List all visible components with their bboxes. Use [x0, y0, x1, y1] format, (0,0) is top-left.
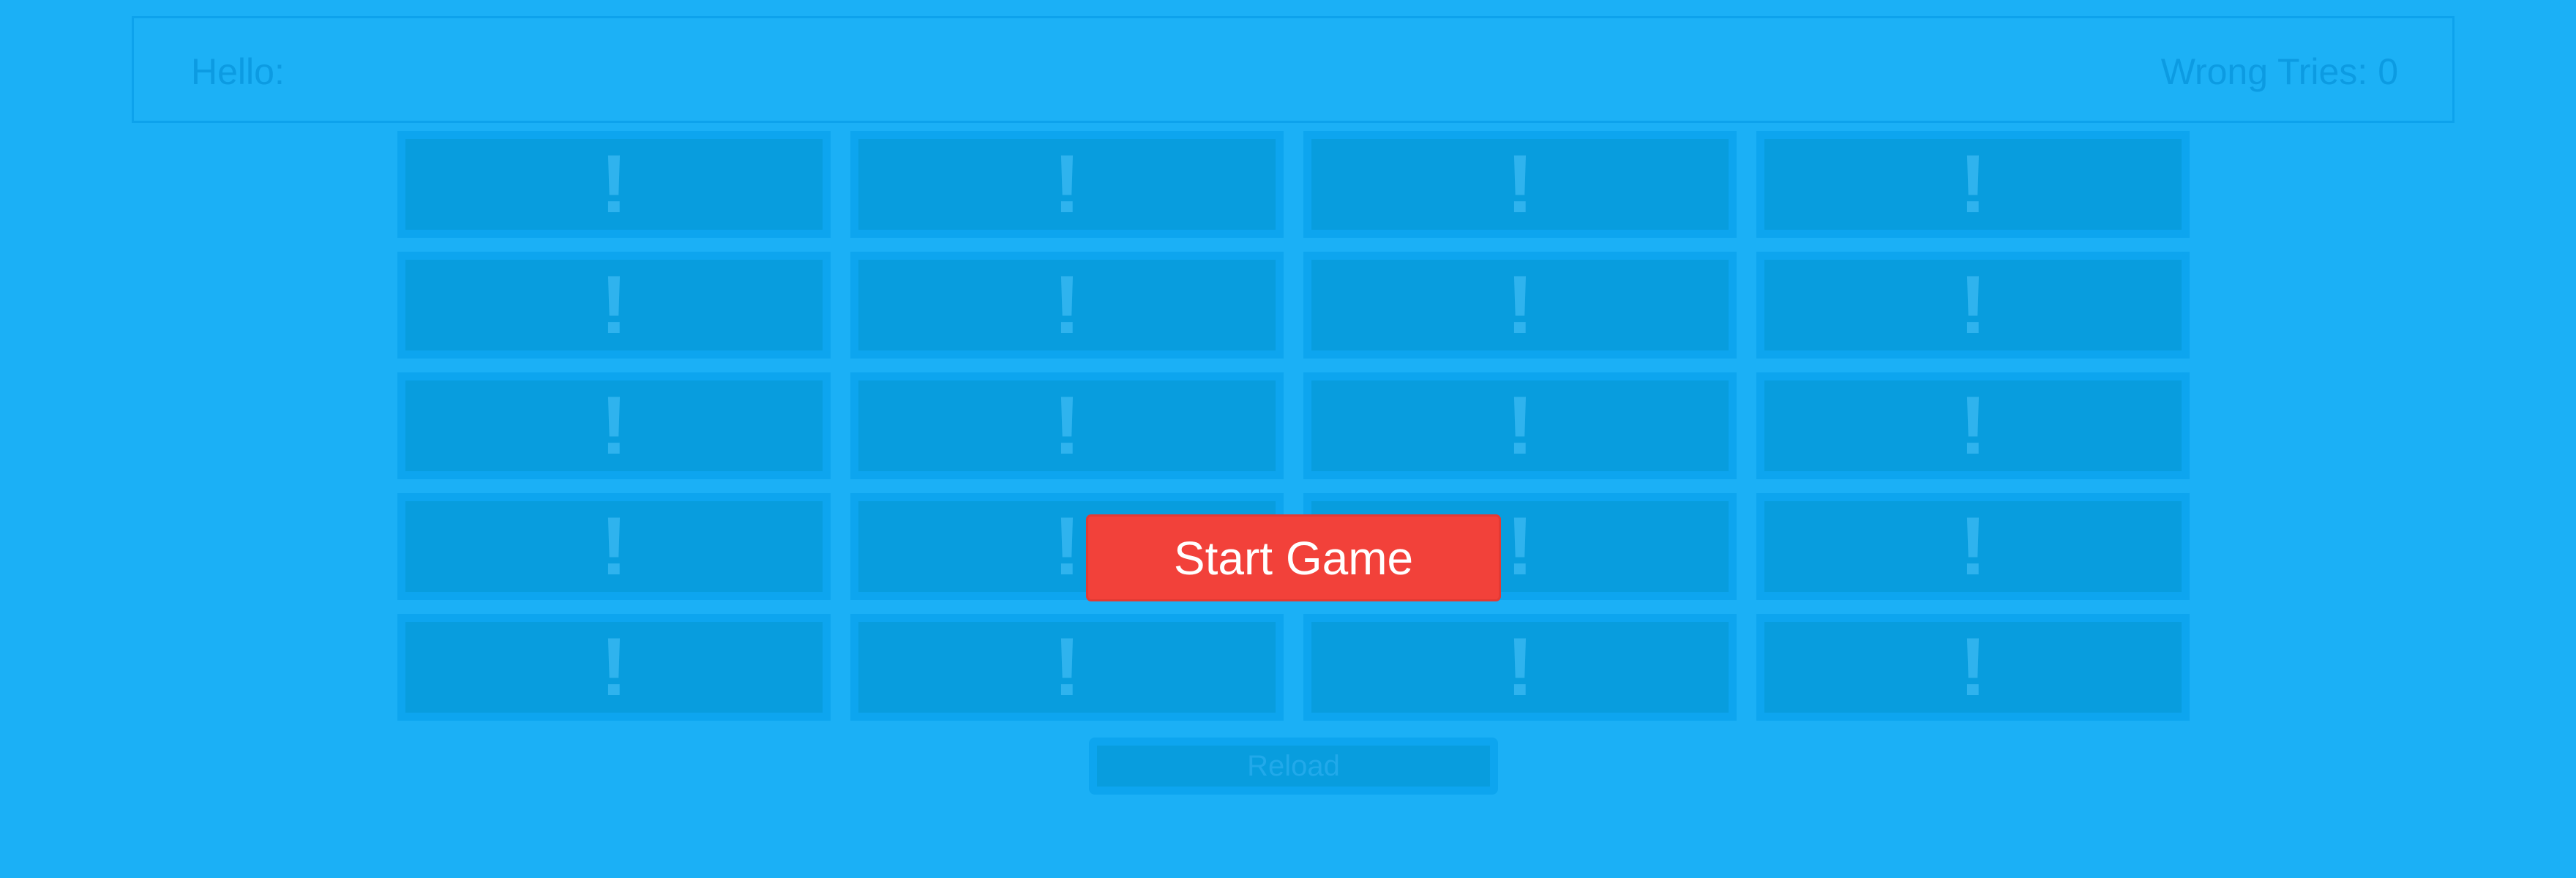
card-hidden-mark: ! [1959, 621, 1987, 713]
start-game-button[interactable]: Start Game [1086, 514, 1501, 601]
greeting-label: Hello: [191, 51, 285, 92]
card-hidden-mark: ! [1053, 380, 1081, 471]
memory-card[interactable]: ! [850, 131, 1284, 238]
card-hidden-mark: ! [1506, 380, 1534, 471]
memory-card[interactable]: ! [1756, 252, 2190, 359]
card-hidden-mark: ! [1959, 138, 1987, 230]
memory-card[interactable]: ! [1756, 131, 2190, 238]
memory-card[interactable]: ! [850, 614, 1284, 721]
memory-card[interactable]: ! [397, 614, 831, 721]
memory-card[interactable]: ! [397, 493, 831, 600]
memory-card[interactable]: ! [1756, 372, 2190, 479]
memory-card[interactable]: ! [1303, 372, 1737, 479]
card-hidden-mark: ! [1959, 380, 1987, 471]
card-hidden-mark: ! [1506, 621, 1534, 713]
memory-card[interactable]: ! [1756, 614, 2190, 721]
memory-card[interactable]: ! [850, 372, 1284, 479]
card-hidden-mark: ! [1959, 259, 1987, 350]
wrong-tries-label: Wrong Tries: [2160, 51, 2368, 92]
card-hidden-mark: ! [1053, 500, 1081, 592]
card-board: !!!!!!!!!!!!!!!!!!!! [397, 131, 2190, 722]
memory-card[interactable]: ! [397, 252, 831, 359]
card-hidden-mark: ! [1053, 621, 1081, 713]
memory-card[interactable]: ! [397, 372, 831, 479]
memory-card[interactable]: ! [1303, 614, 1737, 721]
card-hidden-mark: ! [600, 500, 628, 592]
card-hidden-mark: ! [1959, 500, 1987, 592]
card-hidden-mark: ! [1506, 259, 1534, 350]
wrong-tries-counter: Wrong Tries: 0 [2161, 50, 2398, 93]
card-hidden-mark: ! [1053, 138, 1081, 230]
memory-card[interactable]: ! [1303, 252, 1737, 359]
header-bar: Hello: Wrong Tries: 0 [132, 16, 2455, 123]
memory-card[interactable]: ! [1303, 131, 1737, 238]
card-hidden-mark: ! [1506, 500, 1534, 592]
card-hidden-mark: ! [600, 259, 628, 350]
wrong-tries-count: 0 [2378, 51, 2398, 92]
card-hidden-mark: ! [1506, 138, 1534, 230]
memory-card[interactable]: ! [850, 252, 1284, 359]
memory-card[interactable]: ! [1756, 493, 2190, 600]
card-hidden-mark: ! [600, 138, 628, 230]
reload-button[interactable]: Reload [1089, 738, 1498, 795]
card-hidden-mark: ! [600, 621, 628, 713]
memory-card[interactable]: ! [397, 131, 831, 238]
card-hidden-mark: ! [1053, 259, 1081, 350]
card-hidden-mark: ! [600, 380, 628, 471]
